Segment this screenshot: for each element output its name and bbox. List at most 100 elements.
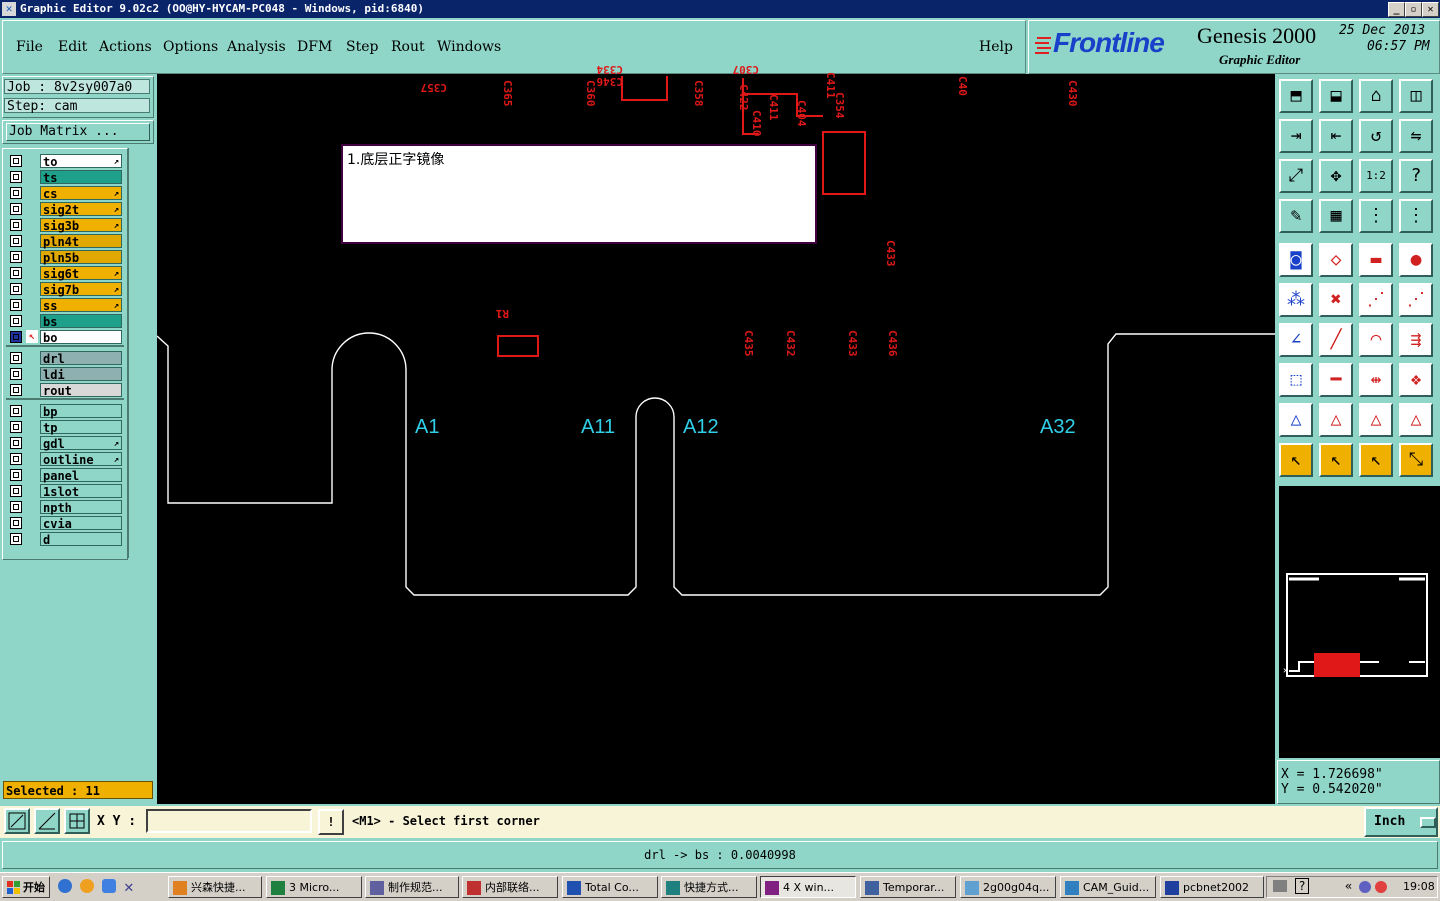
menu-rout[interactable]: Rout [391, 39, 425, 55]
job-matrix-button[interactable]: Job Matrix ... [6, 123, 150, 141]
window-split-icon[interactable]: ◫ [1399, 79, 1433, 113]
task-button[interactable]: 2g00g04q... [960, 876, 1056, 898]
layer-row-sig6t[interactable]: sig6t ↗ [8, 266, 124, 281]
layer-checkbox[interactable] [10, 405, 22, 417]
line-icon[interactable]: ╱ [1319, 323, 1353, 357]
layer-checkbox[interactable] [10, 283, 22, 295]
layer-row-sig3b[interactable]: sig3b ↗ [8, 218, 124, 233]
layer-checkbox[interactable] [10, 235, 22, 247]
pad-icon[interactable]: ● [1399, 243, 1433, 277]
keyboard-icon[interactable] [1273, 880, 1287, 892]
layer-row-sig2t[interactable]: sig2t ↗ [8, 202, 124, 217]
arrow-select-icon[interactable]: ↖ [1279, 443, 1313, 477]
overview-panel[interactable]: ✕ [1277, 486, 1440, 758]
menu-file[interactable]: File [16, 39, 43, 55]
open-step-icon[interactable]: ⬒ [1279, 79, 1313, 113]
menu-step[interactable]: Step [346, 39, 378, 55]
ruler-icon[interactable]: ▬ [1359, 243, 1393, 277]
shape-icon[interactable]: ❖ [1399, 363, 1433, 397]
task-button[interactable]: 快捷方式... [661, 876, 757, 898]
note-popup[interactable]: 1.底层正字镜像 [341, 144, 817, 244]
menu-windows[interactable]: Windows [437, 39, 501, 55]
task-button[interactable]: Total Co... [562, 876, 658, 898]
layer-row-1slot[interactable]: 1slot [8, 484, 124, 499]
layer-row-drl[interactable]: drl [8, 351, 124, 366]
layer-checkbox[interactable] [10, 384, 22, 396]
select-area-icon[interactable]: ⬚ [1279, 363, 1313, 397]
xy-input[interactable] [146, 809, 312, 833]
menu-actions[interactable]: Actions [99, 39, 152, 55]
reflect-icon[interactable]: ⇋ [1399, 119, 1433, 153]
home-icon[interactable]: ⌂ [1359, 79, 1393, 113]
zoom-fit-icon[interactable] [4, 808, 30, 834]
angle-icon[interactable]: ∠ [1279, 323, 1313, 357]
layer-checkbox[interactable] [10, 315, 22, 327]
layer-row-npth[interactable]: npth [8, 500, 124, 515]
layer-row-panel[interactable]: panel [8, 468, 124, 483]
grid-icon[interactable]: ▦ [1319, 199, 1353, 233]
layer-row-rout[interactable]: rout [8, 383, 124, 398]
layer-checkbox[interactable] [10, 251, 22, 263]
layer-checkbox[interactable] [10, 368, 22, 380]
text-icon[interactable]: ⇶ [1399, 323, 1433, 357]
layer-checkbox[interactable] [10, 533, 22, 545]
layer-row-gdl[interactable]: gdl ↗ [8, 436, 124, 451]
zoom-extent-icon[interactable]: ⤢ [1279, 159, 1313, 193]
undo-icon[interactable]: ↺ [1359, 119, 1393, 153]
clock-quicklaunch-icon[interactable] [80, 879, 94, 893]
help-tray-icon[interactable]: ? [1295, 878, 1309, 894]
triangle-b-icon[interactable]: △ [1319, 403, 1353, 437]
layer-row-ss[interactable]: ss ↗ [8, 298, 124, 313]
edit-icon[interactable]: ✎ [1279, 199, 1313, 233]
layer-row-bo[interactable]: ↖ bo [8, 330, 124, 345]
pan-icon[interactable]: ✥ [1319, 159, 1353, 193]
ie-icon[interactable] [58, 879, 72, 893]
snap-icon[interactable] [64, 808, 90, 834]
layer-checkbox[interactable] [10, 155, 22, 167]
layer-checkbox[interactable] [10, 299, 22, 311]
triangle-c-icon[interactable]: △ [1359, 403, 1393, 437]
route-icon[interactable]: ⤡ [1399, 443, 1433, 477]
layer-row-ldi[interactable]: ldi [8, 367, 124, 382]
layer-row-d[interactable]: d [8, 532, 124, 547]
distance-icon[interactable]: ⇹ [1359, 363, 1393, 397]
menu-help[interactable]: Help [979, 39, 1013, 55]
layer-row-to[interactable]: to ↗ [8, 154, 124, 169]
move-right-icon[interactable]: ⇤ [1319, 119, 1353, 153]
measure-icon[interactable] [34, 808, 60, 834]
snap-center-icon[interactable]: ✖ [1319, 283, 1353, 317]
layer-checkbox[interactable] [10, 485, 22, 497]
task-button[interactable]: 3 Micro... [266, 876, 362, 898]
layer-checkbox[interactable] [10, 187, 22, 199]
layer-checkbox[interactable] [10, 421, 22, 433]
layer-scrollbar[interactable] [128, 148, 155, 558]
task-button[interactable]: 内部联络... [462, 876, 558, 898]
x-quicklaunch-icon[interactable]: ✕ [124, 877, 134, 896]
layer-checkbox[interactable] [10, 352, 22, 364]
layer-checkbox[interactable] [10, 171, 22, 183]
task-button[interactable]: 4 X win... [760, 876, 856, 898]
task-button[interactable]: 兴森快捷... [168, 876, 262, 898]
menu-options[interactable]: Options [163, 39, 218, 55]
start-button[interactable]: 开始 [2, 876, 50, 898]
arrow-box-icon[interactable]: ↖ [1319, 443, 1353, 477]
layer-checkbox[interactable] [10, 469, 22, 481]
layer-row-tp[interactable]: tp [8, 420, 124, 435]
measure-line-icon[interactable]: ⋰ [1399, 283, 1433, 317]
help-icon[interactable]: ? [1399, 159, 1433, 193]
arc-icon[interactable]: ◠ [1359, 323, 1393, 357]
task-button[interactable]: Temporar... [860, 876, 956, 898]
layer-checkbox[interactable] [10, 219, 22, 231]
tray-app-icon[interactable] [1359, 881, 1371, 893]
tray-expand-icon[interactable]: « [1345, 879, 1352, 893]
layer-row-cs[interactable]: cs ↗ [8, 186, 124, 201]
layer-control-icon[interactable]: ⋮ [1359, 199, 1393, 233]
line-select-icon[interactable]: ━ [1319, 363, 1353, 397]
x-app-icon[interactable]: ✕ [2, 2, 16, 16]
arrow-filter-icon[interactable]: ↖ [1359, 443, 1393, 477]
layer-row-bp[interactable]: bp [8, 404, 124, 419]
triangle-a-icon[interactable]: △ [1279, 403, 1313, 437]
task-button[interactable]: pcbnet2002 [1160, 876, 1264, 898]
task-button[interactable]: 制作规范... [365, 876, 459, 898]
layer-checkbox[interactable] [10, 267, 22, 279]
